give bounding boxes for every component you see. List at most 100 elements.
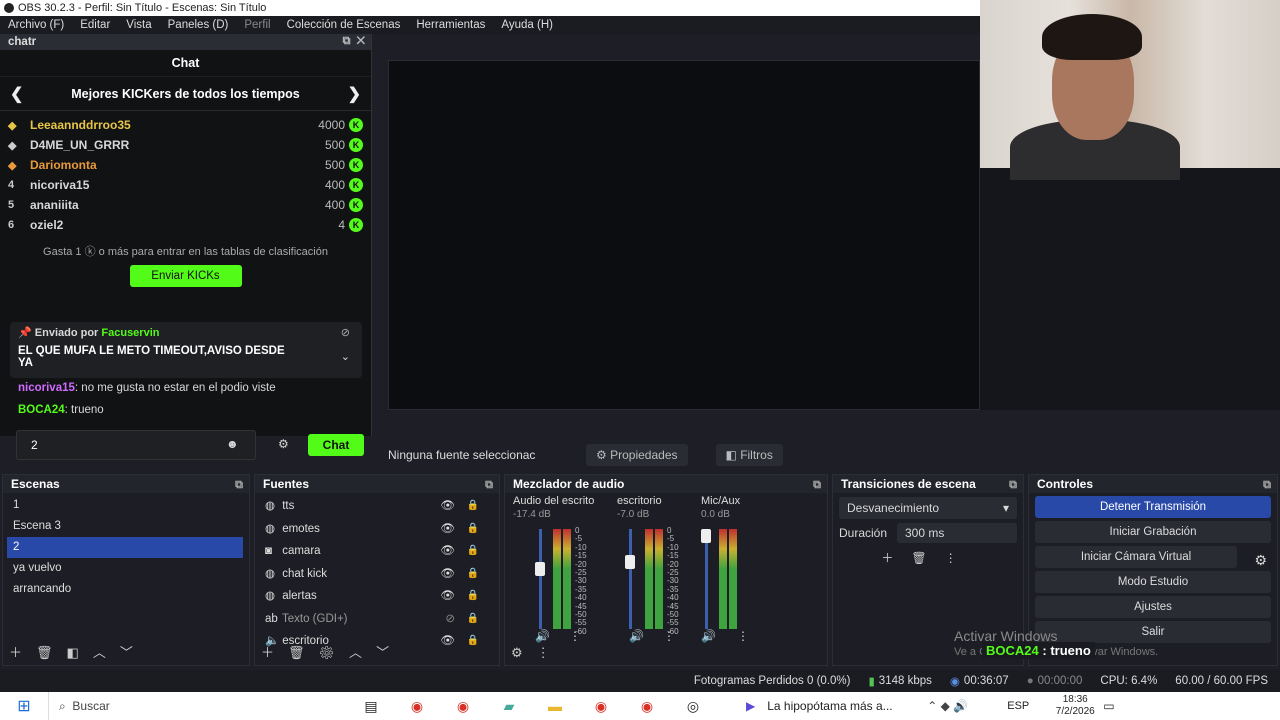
float-icon[interactable]: ⧉: [343, 35, 351, 47]
menu-ayuda[interactable]: Ayuda (H): [501, 19, 553, 31]
task-view-icon[interactable]: ▤: [348, 698, 394, 715]
volume-knob[interactable]: [535, 561, 545, 576]
lock-icon[interactable]: 🔒: [467, 518, 479, 541]
gear-icon[interactable]: ⚙: [278, 437, 289, 451]
menu-paneles[interactable]: Paneles (D): [168, 19, 229, 31]
chevron-left-icon[interactable]: ❮: [10, 84, 23, 104]
volume-slider[interactable]: [629, 529, 632, 629]
chrome-icon[interactable]: ◉: [578, 698, 624, 715]
eye-icon[interactable]: 👁: [440, 585, 455, 608]
eye-icon[interactable]: 👁: [440, 540, 455, 563]
gear-icon[interactable]: ⚙: [319, 645, 350, 660]
add-icon[interactable]: ＋: [881, 551, 911, 565]
more-icon[interactable]: ⋮: [537, 645, 564, 660]
scene-item[interactable]: arrancando: [3, 579, 249, 600]
duration-field[interactable]: 300 ms: [897, 523, 1017, 543]
add-icon[interactable]: ＋: [261, 645, 288, 660]
eye-icon[interactable]: 👁: [440, 495, 455, 518]
clock[interactable]: 18:36 7/2/2026: [1047, 694, 1103, 718]
chevron-right-icon[interactable]: ❯: [348, 84, 361, 104]
studio-mode-button[interactable]: Modo Estudio: [1035, 571, 1271, 593]
volume-slider[interactable]: [539, 529, 542, 629]
source-item[interactable]: ◍ alertas 👁 🔒: [255, 585, 499, 608]
dock-icon[interactable]: ⧉: [1009, 476, 1017, 494]
transition-select[interactable]: Desvanecimiento ▾: [839, 497, 1017, 519]
down-icon[interactable]: ﹀: [376, 645, 403, 660]
chat-send-button[interactable]: Chat: [308, 434, 364, 456]
filters-button[interactable]: ◧ Filtros: [715, 444, 783, 466]
obs-icon[interactable]: ◎: [670, 698, 716, 715]
lock-icon[interactable]: 🔒: [467, 563, 479, 586]
gear-icon[interactable]: ⚙: [511, 645, 537, 660]
source-item[interactable]: ◍ emotes 👁 🔒: [255, 518, 499, 541]
unpin-icon[interactable]: ⊘: [341, 326, 350, 339]
volume-knob[interactable]: [701, 529, 711, 543]
scene-item[interactable]: 1: [3, 495, 249, 516]
eye-icon[interactable]: 👁: [440, 563, 455, 586]
start-recording-button[interactable]: Iniciar Grabación: [1035, 521, 1271, 543]
up-icon[interactable]: ︿: [93, 645, 120, 660]
stop-stream-button[interactable]: Detener Transmisión: [1035, 496, 1271, 518]
more-icon[interactable]: ⋮: [569, 629, 581, 643]
chrome-icon[interactable]: ◉: [624, 698, 670, 715]
speaker-icon[interactable]: 🔊: [535, 629, 550, 643]
chat-user[interactable]: nicoriva15: [18, 382, 75, 394]
more-icon[interactable]: ⋮: [945, 551, 975, 565]
chat-user[interactable]: BOCA24: [18, 404, 65, 416]
settings-button[interactable]: Ajustes: [1035, 596, 1271, 618]
speaker-icon[interactable]: 🔊: [629, 629, 644, 643]
lock-icon[interactable]: 🔒: [467, 630, 479, 653]
dock-icon[interactable]: ⧉: [485, 476, 493, 494]
trash-icon[interactable]: 🗑: [288, 645, 319, 660]
trash-icon[interactable]: 🗑: [911, 551, 944, 565]
dock-icon[interactable]: ⧉: [235, 476, 243, 494]
speaker-icon[interactable]: 🔊: [701, 629, 716, 643]
notes-icon[interactable]: ▰: [486, 698, 532, 715]
dock-icon[interactable]: ⧉: [1263, 476, 1271, 494]
source-item[interactable]: ab Texto (GDI+) ⊘ 🔒: [255, 608, 499, 631]
exit-button[interactable]: Salir: [1035, 621, 1271, 643]
chevron-down-icon[interactable]: ⌄: [341, 350, 350, 363]
lock-icon[interactable]: 🔒: [467, 585, 479, 608]
volume-knob[interactable]: [625, 554, 635, 569]
virtual-camera-button[interactable]: Iniciar Cámara Virtual: [1035, 546, 1237, 568]
lock-icon[interactable]: 🔒: [467, 495, 479, 518]
scene-item[interactable]: ya vuelvo: [3, 558, 249, 579]
emoji-icon[interactable]: ☻: [226, 437, 239, 451]
video-icon[interactable]: ▶: [746, 699, 755, 713]
source-item[interactable]: ◙ camara 👁 🔒: [255, 540, 499, 563]
scene-item[interactable]: 2: [7, 537, 243, 558]
up-icon[interactable]: ︿: [349, 645, 376, 660]
windows-start-icon[interactable]: ⊞: [0, 696, 48, 716]
chat-input[interactable]: 2: [16, 430, 256, 460]
enviar-kicks-button[interactable]: Enviar KICKs: [129, 265, 242, 287]
menu-perfil[interactable]: Perfil: [244, 19, 270, 31]
chrome-icon[interactable]: ◉: [440, 698, 486, 715]
menu-vista[interactable]: Vista: [126, 19, 151, 31]
chrome-icon[interactable]: ◉: [394, 698, 440, 715]
taskbar-search[interactable]: ⌕ Buscar: [48, 692, 278, 720]
news-ticker[interactable]: La hipopótama más a...: [767, 699, 927, 713]
eye-icon[interactable]: 👁: [440, 518, 455, 541]
lock-icon[interactable]: 🔒: [467, 608, 479, 631]
gear-icon[interactable]: ⚙: [1254, 552, 1267, 569]
filter-icon[interactable]: ◧: [67, 645, 93, 660]
dock-icon[interactable]: ⧉: [813, 476, 821, 494]
add-icon[interactable]: ＋: [9, 645, 36, 660]
eye-hidden-icon[interactable]: ⊘: [445, 608, 455, 631]
properties-button[interactable]: ⚙ Propiedades: [586, 444, 688, 466]
volume-slider[interactable]: [705, 529, 708, 629]
folder-icon[interactable]: ▬: [532, 698, 578, 714]
eye-icon[interactable]: 👁: [440, 630, 455, 653]
close-icon[interactable]: ✕: [357, 35, 365, 47]
language-indicator[interactable]: ESP: [1007, 700, 1047, 712]
menu-herramientas[interactable]: Herramientas: [416, 19, 485, 31]
trash-icon[interactable]: 🗑: [36, 645, 67, 660]
lock-icon[interactable]: 🔒: [467, 540, 479, 563]
more-icon[interactable]: ⋮: [663, 629, 675, 643]
source-item[interactable]: ◍ chat kick 👁 🔒: [255, 563, 499, 586]
menu-editar[interactable]: Editar: [80, 19, 110, 31]
source-item[interactable]: ◍ tts 👁 🔒: [255, 495, 499, 518]
down-icon[interactable]: ﹀: [120, 645, 147, 660]
tray-icons[interactable]: ⌃ ◆ 🔊: [927, 699, 1007, 713]
